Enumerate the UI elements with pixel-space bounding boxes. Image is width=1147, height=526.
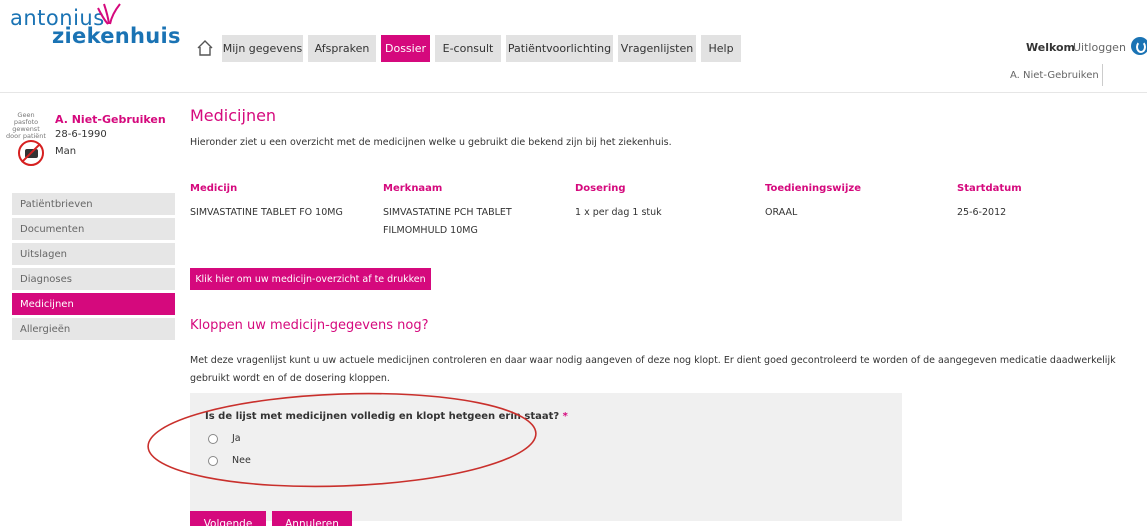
power-icon[interactable] [1131, 37, 1147, 55]
home-icon[interactable] [196, 39, 214, 57]
section-text: Met deze vragenlijst kunt u uw actuele m… [190, 355, 1116, 384]
sidebar-item-pati-ntbrieven[interactable]: Patiëntbrieven [12, 193, 175, 215]
no-photo-text: Geen pasfoto gewenst door patiënt [6, 111, 46, 140]
cancel-button[interactable]: Annuleren [272, 511, 352, 526]
header-divider [1102, 64, 1103, 86]
cell-medicijn: SIMVASTATINE TABLET FO 10MG [190, 207, 343, 218]
tab-vragenlijsten[interactable]: Vragenlijsten [618, 35, 696, 62]
tab-dossier[interactable]: Dossier [381, 35, 430, 62]
intro-text: Hieronder ziet u een overzicht met de me… [190, 137, 672, 148]
welcome-text: Welkom [1026, 41, 1076, 54]
sidebar: Patiëntbrieven Documenten Uitslagen Diagnos… [12, 193, 175, 343]
next-button[interactable]: Volgende [190, 511, 266, 526]
no-camera-icon [18, 140, 44, 166]
tab-help[interactable]: Help [701, 35, 741, 62]
sidebar-item-uitslagen[interactable]: Uitslagen [12, 243, 175, 265]
logo-text-line2: ziekenhuis [52, 24, 181, 48]
patient-dob: 28-6-1990 [55, 129, 107, 140]
print-overview-button[interactable]: Klik hier om uw medicijn-overzicht af te… [190, 268, 431, 290]
required-mark: * [562, 411, 568, 422]
sidebar-item-medicijnen[interactable]: Medicijnen [12, 293, 175, 315]
tab-mijn-gegevens[interactable]: Mijn gegevens [222, 35, 303, 62]
main-nav: Mijn gegevens Afspraken Dossier E-consult Pa… [222, 35, 741, 62]
cell-toedieningswijze: ORAAL [765, 207, 798, 218]
col-header-medicijn: Medicijn [190, 183, 238, 194]
page-title: Medicijnen [190, 106, 277, 125]
tab-e-consult[interactable]: E-consult [435, 35, 501, 62]
cell-startdatum: 25-6-2012 [957, 207, 1007, 218]
tab-pati-ntvoorlichting[interactable]: Patiëntvoorlichting [506, 35, 613, 62]
hospital-logo: antonius ziekenhuis [10, 3, 181, 48]
col-header-merknaam: Merknaam [383, 183, 443, 194]
patient-name: A. Niet-Gebruiken [55, 113, 166, 126]
header-divider-line [0, 92, 1147, 93]
logout-link[interactable]: Uitloggen [1073, 41, 1126, 54]
sidebar-item-documenten[interactable]: Documenten [12, 218, 175, 240]
header-username: A. Niet-Gebruiken [1010, 70, 1099, 81]
section-title: Kloppen uw medicijn-gegevens nog? [190, 318, 429, 333]
sidebar-item-diagnoses[interactable]: Diagnoses [12, 268, 175, 290]
cell-dosering: 1 x per dag 1 stuk [575, 207, 662, 218]
col-header-toedieningswijze: Toedieningswijze [765, 183, 861, 194]
tab-afspraken[interactable]: Afspraken [308, 35, 376, 62]
logo-mark-icon [97, 3, 121, 25]
cell-merknaam: SIMVASTATINE PCH TABLET FILMOMHULD 10MG [383, 207, 512, 236]
col-header-startdatum: Startdatum [957, 183, 1022, 194]
col-header-dosering: Dosering [575, 183, 626, 194]
annotation-ellipse [147, 392, 537, 488]
patient-sex: Man [55, 146, 77, 157]
sidebar-item-allergie-n[interactable]: Allergieën [12, 318, 175, 340]
